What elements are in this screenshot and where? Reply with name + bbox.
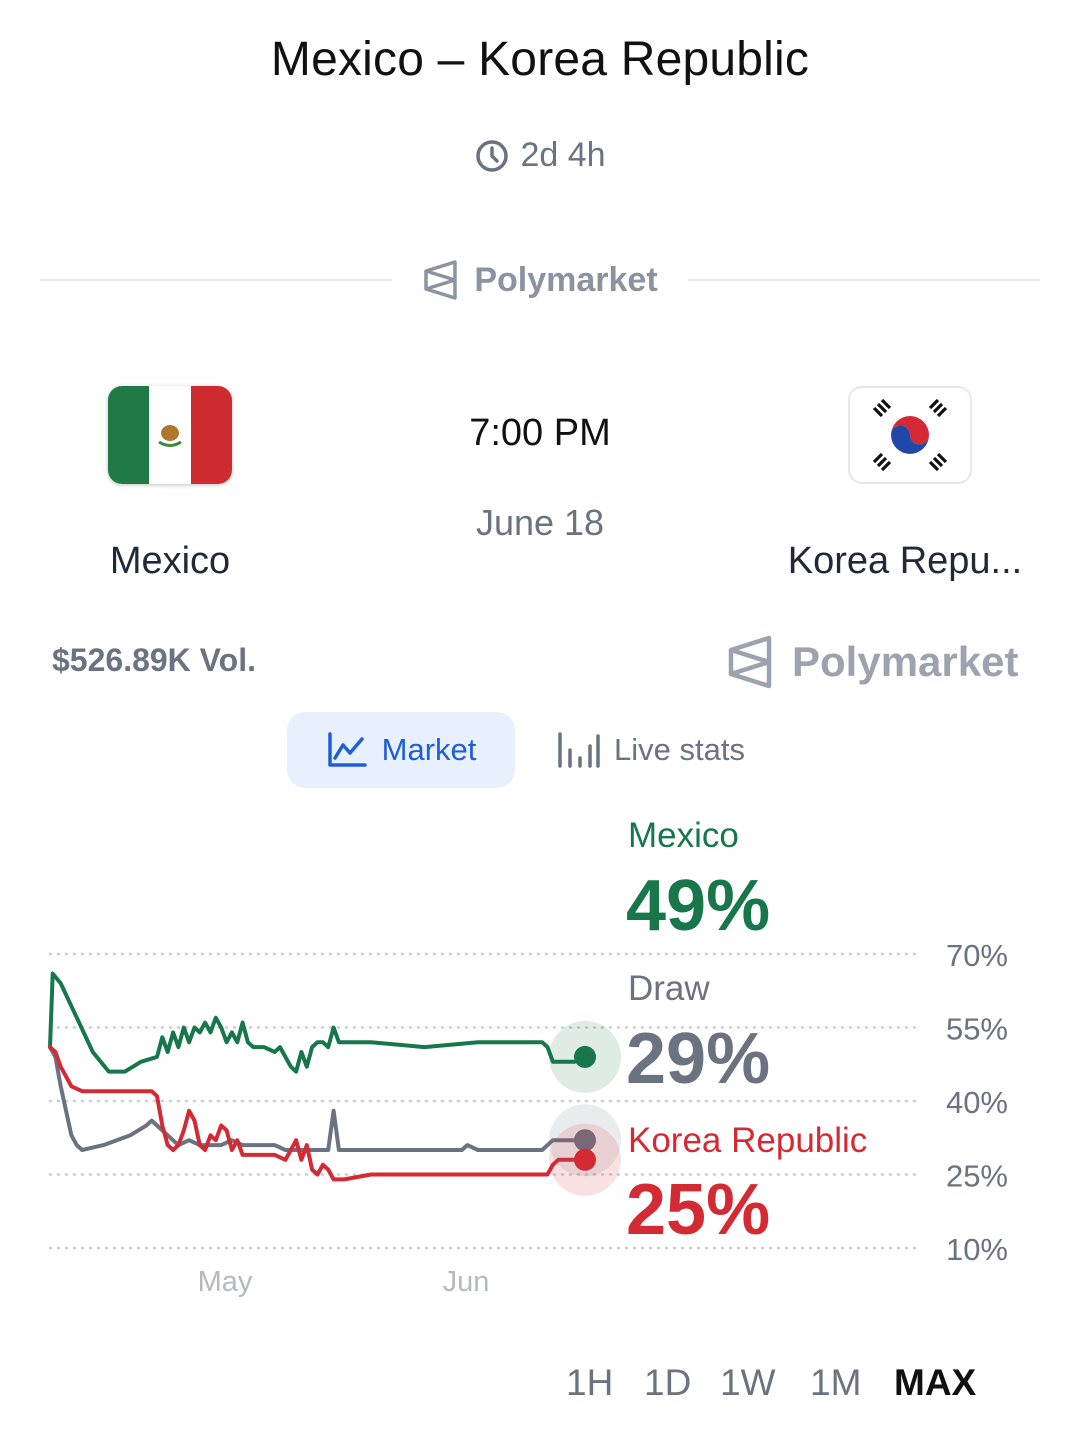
countdown-text: 2d 4h xyxy=(520,136,606,174)
series-name-label: Draw xyxy=(628,969,710,1008)
series-line-draw xyxy=(48,1045,587,1152)
divider-line-right xyxy=(687,279,1041,281)
timeframe-1w[interactable]: 1W xyxy=(720,1362,776,1404)
korea-flag[interactable] xyxy=(848,386,972,484)
tab-live-stats[interactable]: Live stats xyxy=(552,712,745,788)
mexico-flag[interactable] xyxy=(108,386,232,484)
timeframe-max[interactable]: MAX xyxy=(894,1362,976,1404)
tab-live-stats-label: Live stats xyxy=(614,732,745,767)
polymarket-label-small: Polymarket xyxy=(474,260,658,299)
mexico-emblem-icon xyxy=(158,425,182,447)
home-team-name[interactable]: Mexico xyxy=(60,540,280,583)
timeframe-1d[interactable]: 1D xyxy=(644,1362,691,1404)
volume-label: $526.89K Vol. xyxy=(52,642,256,678)
source-divider: Polymarket xyxy=(40,256,1041,304)
tab-market[interactable]: Market xyxy=(287,712,515,788)
series-name-label: Korea Republic xyxy=(628,1121,867,1160)
timeframe-1h[interactable]: 1H xyxy=(566,1362,613,1404)
series-name-label: Mexico xyxy=(628,820,739,855)
line-chart-icon xyxy=(327,732,367,767)
countdown: 2d 4h xyxy=(0,136,1080,175)
y-tick-label: 40% xyxy=(946,1085,1008,1120)
bar-stats-icon xyxy=(558,732,600,768)
tab-market-label: Market xyxy=(381,732,477,767)
divider-line-left xyxy=(40,279,393,281)
series-end-dot xyxy=(574,1045,596,1068)
y-tick-label: 70% xyxy=(946,938,1008,973)
probability-chart[interactable]: 70% 55% 40% 25% 10% May Jun Mexico 49% Draw 29% Kor… xyxy=(0,820,1080,1320)
y-tick-label: 25% xyxy=(946,1159,1008,1194)
series-value-label: 25% xyxy=(626,1170,770,1250)
polymarket-logo-icon xyxy=(728,635,772,689)
series-end-dot xyxy=(574,1148,596,1171)
clock-icon xyxy=(476,139,509,172)
kickoff-date: June 18 xyxy=(475,502,605,543)
polymarket-label-large: Polymarket xyxy=(792,638,1019,685)
korea-flag-art xyxy=(850,388,970,482)
series-line-mexico xyxy=(48,971,587,1074)
page-title: Mexico – Korea Republic xyxy=(270,33,810,86)
x-tick-label: Jun xyxy=(443,1266,490,1298)
series-value-label: 49% xyxy=(626,866,770,946)
timeframe-1m[interactable]: 1M xyxy=(810,1362,861,1404)
polymarket-brand-small: Polymarket xyxy=(392,259,687,301)
y-tick-label: 55% xyxy=(946,1012,1008,1047)
x-tick-label: May xyxy=(198,1266,253,1298)
polymarket-brand-large[interactable]: Polymarket xyxy=(726,634,1018,690)
kickoff-time: 7:00 PM xyxy=(469,412,611,454)
series-value-label: 29% xyxy=(626,1019,770,1099)
away-team-name[interactable]: Korea Repu... xyxy=(760,540,1050,583)
polymarket-logo-icon xyxy=(424,260,458,300)
y-tick-label: 10% xyxy=(946,1232,1008,1267)
